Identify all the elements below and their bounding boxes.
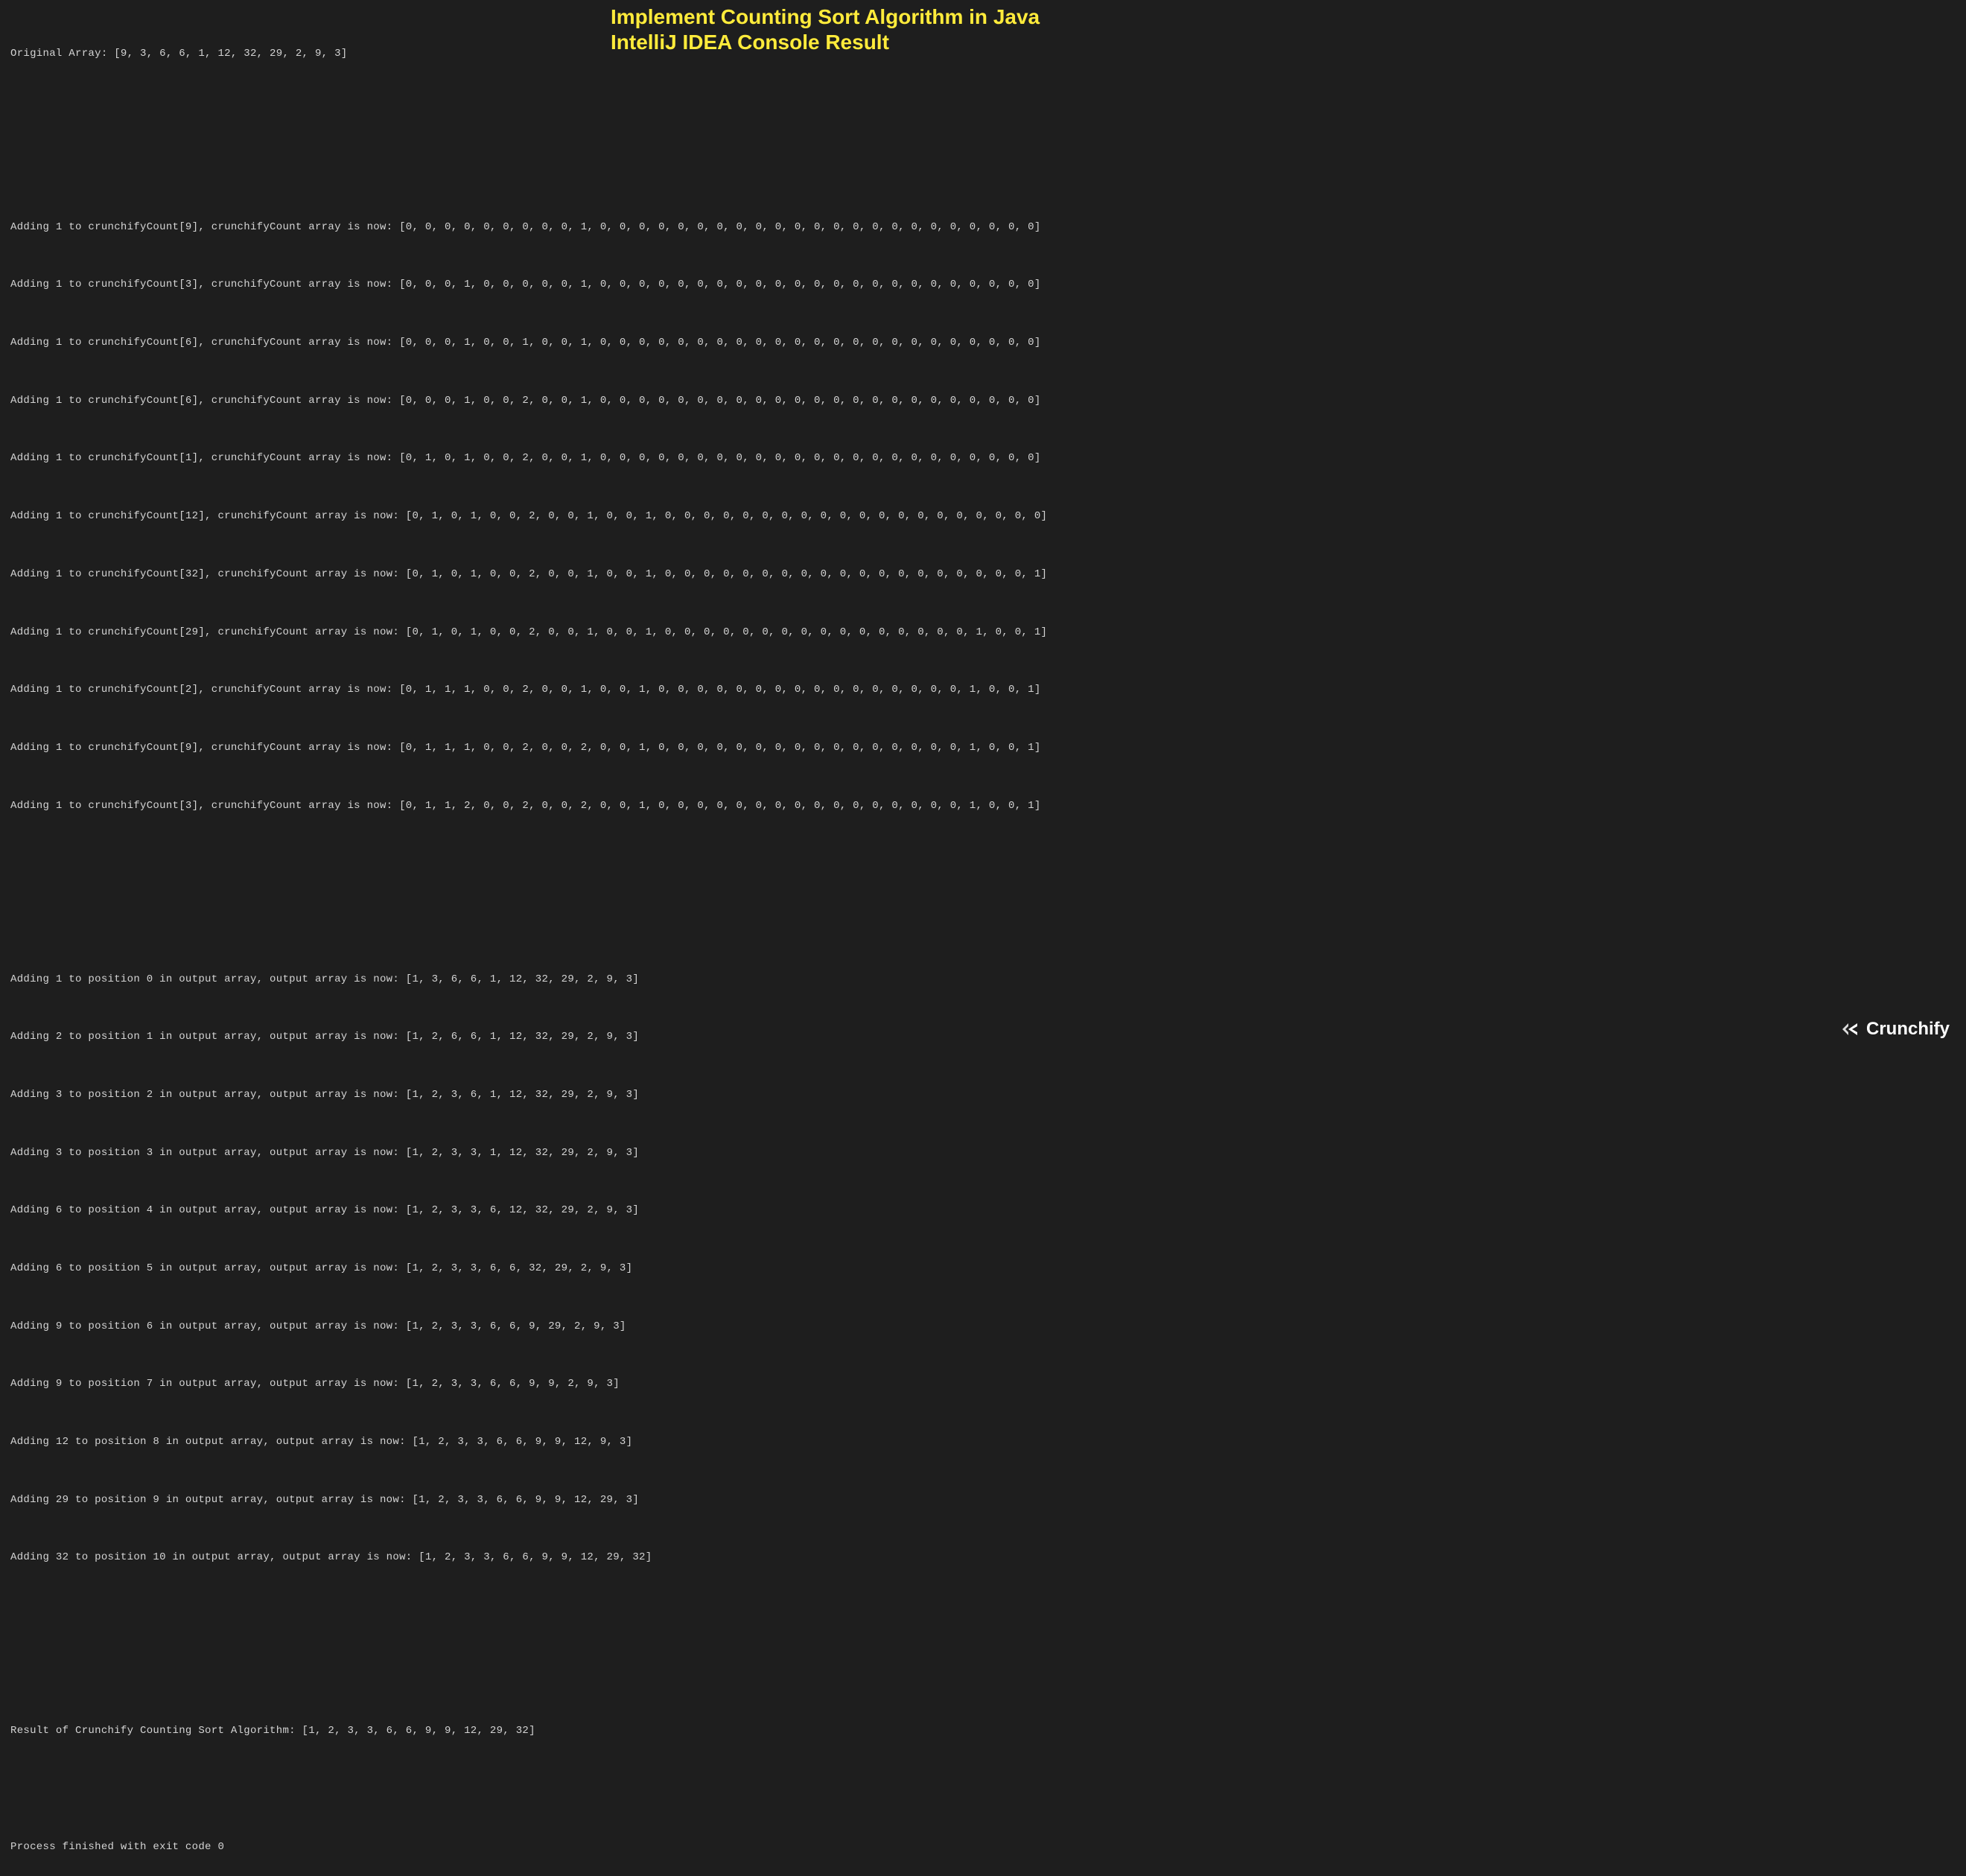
output-line: Adding 32 to position 10 in output array…: [10, 1548, 1956, 1568]
count-line: Adding 1 to crunchifyCount[1], crunchify…: [10, 449, 1956, 468]
count-line: Adding 1 to crunchifyCount[32], crunchif…: [10, 565, 1956, 585]
count-line: Adding 1 to crunchifyCount[6], crunchify…: [10, 392, 1956, 411]
count-line: Adding 1 to crunchifyCount[3], crunchify…: [10, 797, 1956, 816]
output-line: Adding 9 to position 6 in output array, …: [10, 1317, 1956, 1337]
result-line: Result of Crunchify Counting Sort Algori…: [10, 1722, 1956, 1741]
logo-text: Crunchify: [1866, 1013, 1950, 1046]
count-line: Adding 1 to crunchifyCount[9], crunchify…: [10, 739, 1956, 758]
output-line: Adding 12 to position 8 in output array,…: [10, 1433, 1956, 1452]
blank-line: [10, 854, 1956, 874]
output-line: Adding 3 to position 2 in output array, …: [10, 1086, 1956, 1105]
blank-line: [10, 1606, 1956, 1626]
output-line: Adding 3 to position 3 in output array, …: [10, 1144, 1956, 1163]
count-line: Adding 1 to crunchifyCount[12], crunchif…: [10, 507, 1956, 527]
crunchify-logo: Crunchify: [1841, 1013, 1950, 1046]
title-line1: Implement Counting Sort Algorithm in Jav…: [611, 4, 1936, 30]
count-line: Adding 1 to crunchifyCount[9], crunchify…: [10, 218, 1956, 238]
output-line: Adding 2 to position 1 in output array, …: [10, 1028, 1956, 1047]
console-output: Original Array: [9, 3, 6, 6, 1, 12, 32, …: [10, 6, 1956, 1876]
title-overlay: Implement Counting Sort Algorithm in Jav…: [611, 4, 1936, 54]
crunchify-icon: [1841, 1020, 1862, 1038]
count-line: Adding 1 to crunchifyCount[2], crunchify…: [10, 681, 1956, 700]
blank-line: [10, 1780, 1956, 1799]
blank-line: [10, 912, 1956, 932]
output-line: Adding 9 to position 7 in output array, …: [10, 1375, 1956, 1394]
title-line2: IntelliJ IDEA Console Result: [611, 30, 1936, 55]
output-line: Adding 6 to position 4 in output array, …: [10, 1201, 1956, 1221]
blank-line: [10, 102, 1956, 121]
count-line: Adding 1 to crunchifyCount[29], crunchif…: [10, 623, 1956, 643]
blank-line: [10, 160, 1956, 179]
blank-line: [10, 1664, 1956, 1684]
output-line: Adding 6 to position 5 in output array, …: [10, 1259, 1956, 1279]
output-line: Adding 1 to position 0 in output array, …: [10, 970, 1956, 990]
count-line: Adding 1 to crunchifyCount[3], crunchify…: [10, 276, 1956, 295]
exit-line: Process finished with exit code 0: [10, 1838, 1956, 1857]
count-line: Adding 1 to crunchifyCount[6], crunchify…: [10, 334, 1956, 353]
output-line: Adding 29 to position 9 in output array,…: [10, 1491, 1956, 1510]
